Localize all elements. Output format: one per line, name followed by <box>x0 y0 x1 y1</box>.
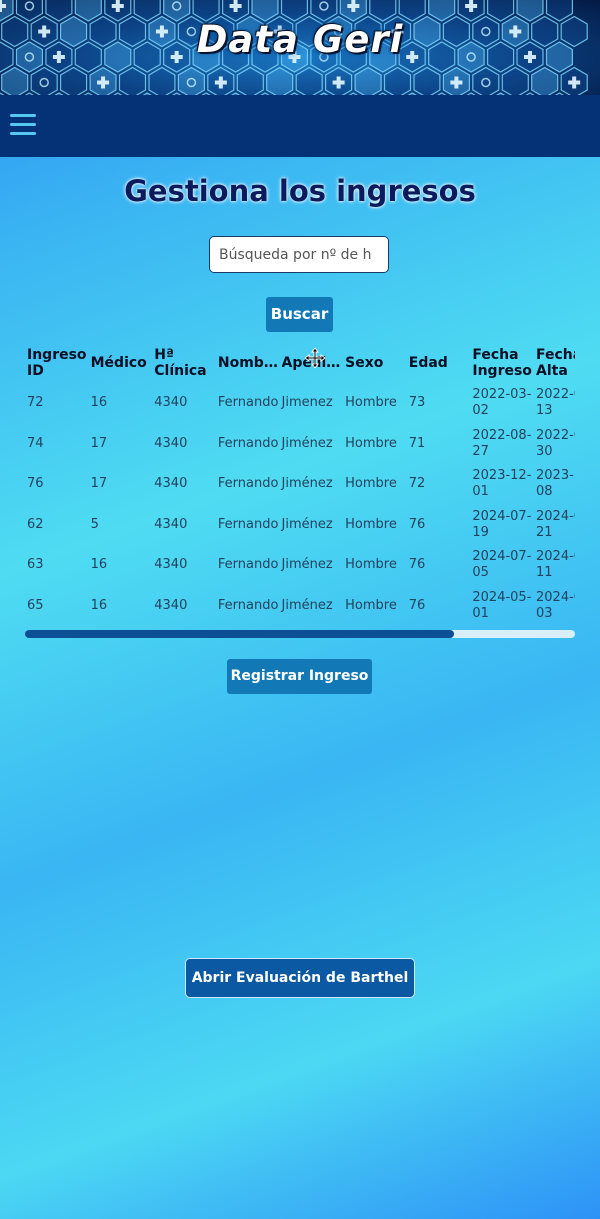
table-cell: 2022-08-27 <box>472 427 532 459</box>
column-header: Fecha Ingreso <box>472 347 532 379</box>
table-header-row: IngresoIDMédicoHªClínicaNombreApellidosS… <box>25 343 575 383</box>
register-admission-button[interactable]: Registrar Ingreso <box>227 659 372 694</box>
admissions-table-container[interactable]: IngresoIDMédicoHªClínicaNombreApellidosS… <box>25 343 575 630</box>
table-row[interactable]: 72 16 4340 Fernando Jimenez Hombre 73 2022-03-0… <box>25 383 575 424</box>
table-cell: Jiménez <box>281 597 333 613</box>
table-cell: Jimenez <box>281 395 333 411</box>
table-cell: 16 <box>90 557 108 573</box>
table-cell: 76 <box>408 516 426 532</box>
table-cell: 2022-08-30 <box>536 427 575 459</box>
column-header: Sexo <box>345 355 384 371</box>
table-cell: 73 <box>408 395 426 411</box>
table-row[interactable]: 63 16 4340 Fernando Jiménez Hombre 76 2024-07-0… <box>25 545 575 586</box>
table-cell: 4340 <box>154 516 188 532</box>
table-cell: Fernando <box>217 435 279 451</box>
table-cell: 2023-12-08 <box>536 468 575 500</box>
table-cell: 2024-07-05 <box>472 549 532 581</box>
table-cell: 2024-07-11 <box>536 549 575 581</box>
table-cell: Jiménez <box>281 435 333 451</box>
table-cell: 2022-03-13 <box>536 387 575 419</box>
search-button[interactable]: Buscar <box>266 297 333 332</box>
table-cell: 2023-12-01 <box>472 468 532 500</box>
scrollbar-thumb[interactable] <box>25 630 454 638</box>
table-cell: Jiménez <box>281 557 333 573</box>
table-cell: 76 <box>408 597 426 613</box>
hamburger-menu-icon[interactable] <box>10 114 36 136</box>
table-cell: 2024-05-03 <box>536 589 575 621</box>
table-cell: Fernando <box>217 476 279 492</box>
table-cell: 16 <box>90 597 108 613</box>
table-cell: 4340 <box>154 395 188 411</box>
column-header: Ingreso ID <box>27 347 87 379</box>
table-cell: Hombre <box>345 395 397 411</box>
table-cell: 4340 <box>154 435 188 451</box>
table-cell: 63 <box>27 557 44 573</box>
table-cell: Jiménez <box>281 516 333 532</box>
table-cell: Fernando <box>217 557 279 573</box>
table-cell: Fernando <box>217 597 279 613</box>
table-horizontal-scrollbar[interactable] <box>25 630 575 638</box>
table-cell: Jiménez <box>281 476 333 492</box>
table-cell: 74 <box>27 435 44 451</box>
table-cell: Hombre <box>345 435 397 451</box>
table-cell: 71 <box>408 435 426 451</box>
table-cell: Fernando <box>217 395 279 411</box>
table-cell: Fernando <box>217 516 279 532</box>
admissions-table: IngresoIDMédicoHªClínicaNombreApellidosS… <box>25 343 575 626</box>
app-title: Data Geri <box>196 18 404 61</box>
search-input[interactable] <box>209 236 389 273</box>
table-cell: 72 <box>27 395 44 411</box>
table-cell: 76 <box>27 476 44 492</box>
table-cell: 2022-03-02 <box>472 387 532 419</box>
table-cell: 62 <box>27 516 44 532</box>
table-cell: Hombre <box>345 516 397 532</box>
column-header: FechaAlta <box>536 347 575 379</box>
move-cursor-icon <box>305 348 325 368</box>
table-row[interactable]: 74 17 4340 Fernando Jiménez Hombre 71 2022-08-2… <box>25 424 575 465</box>
table-cell: 17 <box>90 435 108 451</box>
header-banner: Data Geri <box>0 0 600 95</box>
open-barthel-evaluation-button[interactable]: Abrir Evaluación de Barthel <box>185 958 415 998</box>
table-cell: 2024-07-19 <box>472 508 532 540</box>
table-row[interactable]: 76 17 4340 Fernando Jiménez Hombre 72 2023-12-0… <box>25 464 575 505</box>
table-cell: 4340 <box>154 597 188 613</box>
column-header: Nombre <box>217 355 280 371</box>
table-cell: 76 <box>408 557 426 573</box>
table-cell: 2024-07-21 <box>536 508 575 540</box>
page-title: Gestiona los ingresos <box>124 174 476 208</box>
table-row[interactable]: 65 16 4340 Fernando Jiménez Hombre 76 2024-05-0… <box>25 586 575 627</box>
column-header: Hª Clínica <box>154 347 207 379</box>
table-cell: Hombre <box>345 557 397 573</box>
table-cell: 65 <box>27 597 44 613</box>
column-header: Médico <box>90 355 147 371</box>
table-cell: 17 <box>90 476 108 492</box>
navbar <box>0 95 600 157</box>
table-cell: Hombre <box>345 597 397 613</box>
table-cell: Hombre <box>345 476 397 492</box>
table-cell: 4340 <box>154 476 188 492</box>
table-cell: 72 <box>408 476 426 492</box>
table-cell: 2024-05-01 <box>472 589 532 621</box>
table-cell: 5 <box>90 516 99 532</box>
table-cell: 16 <box>90 395 108 411</box>
table-row[interactable]: 62 5 4340 Fernando Jiménez Hombre 76 2024-07-19… <box>25 505 575 546</box>
column-header: Edad <box>408 355 448 371</box>
table-cell: 4340 <box>154 557 188 573</box>
